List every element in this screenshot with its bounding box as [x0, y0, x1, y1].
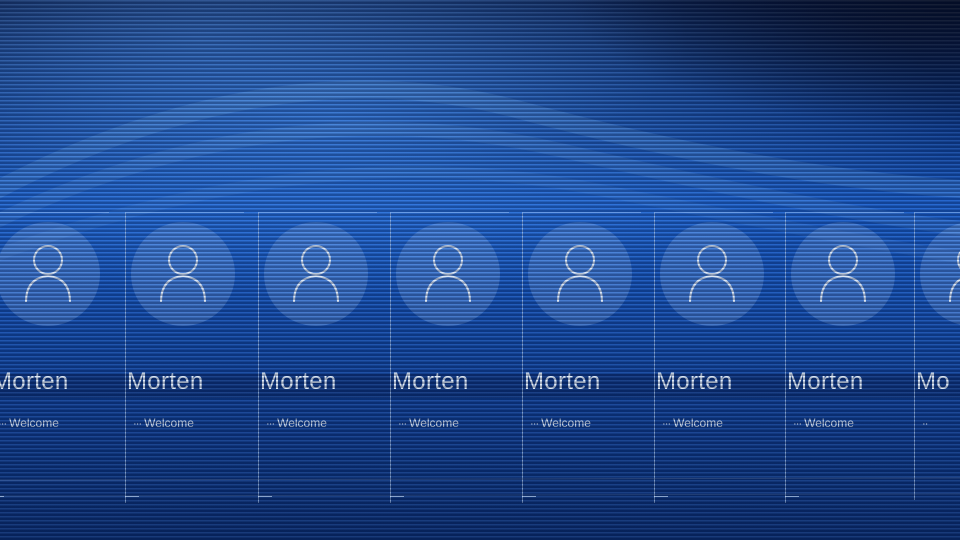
user-tile[interactable]: Morten · · ·Welcome: [258, 200, 388, 503]
user-name: Morten: [787, 368, 864, 395]
user-tile[interactable]: Mo · ·: [914, 200, 960, 500]
user-icon: [293, 245, 339, 303]
status-text: Welcome: [541, 416, 591, 430]
loading-spinner-icon: · · ·: [530, 418, 539, 430]
user-icon: [820, 245, 866, 303]
user-tile[interactable]: Morten · · ·Welcome: [654, 200, 784, 503]
user-name: Mo: [916, 368, 950, 395]
avatar: [396, 222, 500, 326]
user-icon: [689, 245, 735, 303]
user-icon: [425, 245, 471, 303]
user-name: Morten: [127, 368, 204, 395]
loading-spinner-icon: · · ·: [793, 418, 802, 430]
status-text: Welcome: [804, 416, 854, 430]
avatar: [131, 222, 235, 326]
tile-bottom-edge: [258, 496, 272, 497]
status-line: · · ·Welcome: [398, 416, 518, 430]
avatar: [264, 222, 368, 326]
user-icon: [557, 245, 603, 303]
user-tile[interactable]: Morten · · ·Welcome: [522, 200, 652, 503]
user-tile[interactable]: Morten · · ·Welcome: [785, 200, 915, 503]
avatar: [660, 222, 764, 326]
tile-bottom-edge: [654, 496, 668, 497]
tile-bottom-edge: [125, 496, 139, 497]
status-text: Welcome: [277, 416, 327, 430]
tile-bottom-edge: [0, 496, 4, 497]
user-tile[interactable]: Morten · · ·Welcome: [0, 200, 120, 500]
tile-bottom-edge: [390, 496, 404, 497]
loading-spinner-icon: · · ·: [133, 418, 142, 430]
user-icon: [160, 245, 206, 303]
status-line: · · ·Welcome: [793, 416, 913, 430]
status-line: · ·: [922, 416, 960, 430]
status-text: Welcome: [409, 416, 459, 430]
user-tile-strip: Morten · · ·Welcome Morten · · ·Welcome: [0, 200, 960, 520]
status-text: Welcome: [144, 416, 194, 430]
status-line: · · ·Welcome: [266, 416, 386, 430]
avatar: [791, 222, 895, 326]
login-screen: Morten · · ·Welcome Morten · · ·Welcome: [0, 0, 960, 540]
status-text: Welcome: [9, 416, 59, 430]
user-icon: [949, 251, 960, 303]
status-line: · · ·Welcome: [133, 416, 253, 430]
loading-spinner-icon: · ·: [922, 418, 929, 430]
user-name: Morten: [0, 368, 69, 395]
loading-spinner-icon: · · ·: [662, 418, 671, 430]
status-line: · · ·Welcome: [530, 416, 650, 430]
status-text: Welcome: [673, 416, 723, 430]
tile-bottom-edge: [785, 496, 799, 497]
user-name: Morten: [656, 368, 733, 395]
user-tile[interactable]: Morten · · ·Welcome: [125, 200, 255, 503]
tile-bottom-edge: [522, 496, 536, 497]
loading-spinner-icon: · · ·: [0, 418, 7, 430]
status-line: · · ·Welcome: [662, 416, 782, 430]
user-name: Morten: [260, 368, 337, 395]
avatar: [528, 222, 632, 326]
user-tile[interactable]: Morten · · ·Welcome: [390, 200, 520, 503]
user-name: Morten: [524, 368, 601, 395]
user-name: Morten: [392, 368, 469, 395]
loading-spinner-icon: · · ·: [266, 418, 275, 430]
user-icon: [25, 245, 71, 303]
loading-spinner-icon: · · ·: [398, 418, 407, 430]
status-line: · · ·Welcome: [0, 416, 118, 430]
avatar: [0, 222, 100, 326]
